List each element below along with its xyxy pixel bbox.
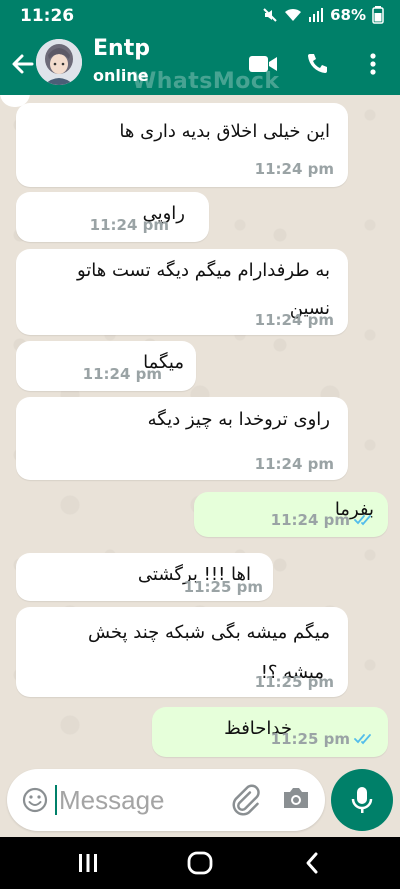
emoji-icon	[22, 787, 48, 813]
message-text: راوی تروخدا به چیز دیگه	[147, 409, 330, 430]
status-bar: 11:26 68%	[0, 0, 400, 33]
mute-icon	[263, 8, 277, 22]
battery-percent: 68%	[330, 6, 366, 24]
chat-messages[interactable]: این خیلی اخلاق بدیه داری ها 11:24 pm راو…	[0, 95, 400, 765]
back-arrow-icon	[12, 54, 34, 74]
message-time: 11:25 pm	[183, 578, 263, 596]
more-options-icon	[370, 53, 376, 75]
attach-icon	[232, 784, 260, 816]
message-bubble-incoming[interactable]: میگم میشه بگی شبکه چند پخش میشه ؟! 11:25…	[16, 607, 348, 697]
read-receipt-icon	[354, 515, 371, 526]
message-time: 11:24 pm	[270, 511, 350, 529]
message-time: 11:24 pm	[82, 365, 162, 383]
message-time: 11:25 pm	[254, 673, 334, 691]
message-composer	[7, 769, 325, 831]
message-text: به طرفدارام میگم دیگه تست هاتو	[76, 260, 330, 281]
whatsapp-chat-screen: 11:26 68% Entp online WhatsMock این خیلی…	[0, 0, 400, 889]
message-time: 11:24 pm	[254, 455, 334, 473]
contact-avatar[interactable]	[36, 39, 82, 85]
mic-icon	[351, 787, 373, 813]
read-receipt-icon	[354, 734, 371, 745]
recent-apps-button[interactable]	[68, 849, 108, 877]
voice-record-button[interactable]	[331, 769, 393, 831]
video-call-icon	[249, 56, 277, 72]
message-text: میگم میشه بگی شبکه چند پخش	[87, 622, 330, 643]
home-button[interactable]	[180, 849, 220, 877]
message-input[interactable]	[59, 779, 219, 821]
message-time: 11:24 pm	[254, 160, 334, 178]
message-bubble-incoming[interactable]: راویی 11:24 pm	[16, 192, 209, 242]
message-text: این خیلی اخلاق بدیه داری ها	[119, 121, 330, 142]
home-icon	[187, 851, 213, 875]
attach-button[interactable]	[231, 783, 263, 817]
video-call-button[interactable]	[246, 47, 280, 81]
contact-name[interactable]: Entp	[93, 36, 150, 61]
text-cursor	[55, 785, 57, 815]
recent-apps-icon	[79, 854, 97, 872]
avatar-illustration	[36, 39, 82, 85]
back-button[interactable]	[8, 50, 36, 78]
message-bubble-incoming[interactable]: اها !!! برگشتی 11:25 pm	[16, 553, 273, 601]
system-navigation-bar	[0, 837, 400, 889]
message-time: 11:24 pm	[89, 216, 169, 234]
back-nav-button[interactable]	[292, 849, 332, 877]
voice-call-button[interactable]	[300, 47, 334, 81]
camera-button[interactable]	[281, 784, 313, 816]
back-nav-icon	[306, 852, 318, 874]
message-time: 11:24 pm	[254, 311, 334, 329]
message-bubble-incoming[interactable]: این خیلی اخلاق بدیه داری ها 11:24 pm	[16, 103, 348, 187]
message-time: 11:25 pm	[270, 730, 350, 748]
battery-icon	[372, 6, 384, 24]
chat-header: Entp online WhatsMock	[0, 33, 400, 95]
message-bubble-incoming[interactable]: راوی تروخدا به چیز دیگه 11:24 pm	[16, 397, 348, 480]
message-bubble-outgoing[interactable]: خداحافظ 11:25 pm	[152, 707, 388, 757]
signal-icon	[309, 8, 324, 22]
voice-call-icon	[308, 54, 327, 73]
status-icons: 68%	[262, 6, 384, 24]
more-options-button[interactable]	[356, 47, 390, 81]
message-bubble-outgoing[interactable]: بفرما 11:24 pm	[194, 492, 388, 537]
status-time: 11:26	[20, 6, 75, 26]
camera-icon	[284, 788, 308, 808]
message-bubble-incoming[interactable]: میگما 11:24 pm	[16, 341, 196, 391]
emoji-button[interactable]	[21, 786, 49, 814]
message-bubble-incoming[interactable]: به طرفدارام میگم دیگه تست هاتو نسین 11:2…	[16, 249, 348, 335]
wifi-icon	[285, 8, 302, 21]
